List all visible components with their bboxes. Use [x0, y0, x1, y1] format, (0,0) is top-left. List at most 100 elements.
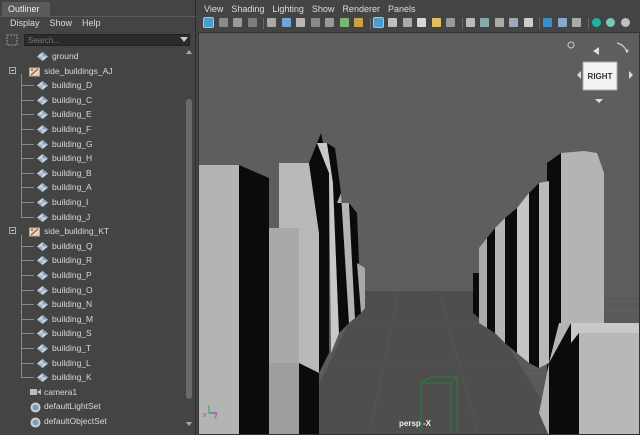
exposure-icon[interactable]	[591, 18, 601, 27]
tree-row[interactable]: building_L	[0, 356, 184, 371]
toolbar-separator	[587, 18, 589, 29]
menu-show[interactable]: Show	[46, 16, 79, 30]
mesh-icon	[37, 271, 48, 282]
shadows-icon[interactable]	[446, 18, 455, 27]
tree-row[interactable]: defaultObjectSet	[0, 414, 184, 429]
tree-row[interactable]: building_O	[0, 283, 184, 298]
scroll-down-arrow-icon[interactable]	[186, 422, 192, 426]
toolbar-separator	[263, 18, 264, 29]
menu-lighting[interactable]: Lighting	[270, 2, 310, 16]
tree-branch-line	[21, 275, 30, 276]
tab-outliner[interactable]: Outliner	[2, 2, 50, 16]
tree-row[interactable]: building_R	[0, 253, 184, 268]
tree-row[interactable]: building_N	[0, 297, 184, 312]
depth-of-field-icon[interactable]	[509, 18, 518, 27]
tree-row[interactable]: building_A	[0, 180, 184, 195]
viewport-panel: View Shading Lighting Show Renderer Pane…	[198, 0, 640, 435]
smooth-shade-icon[interactable]	[388, 18, 397, 27]
3d-viewport[interactable]: x z RIGHT persp -X	[198, 32, 640, 435]
cube-arrow-down-icon[interactable]	[595, 99, 603, 103]
tree-branch-line	[21, 318, 30, 320]
tree-row[interactable]: building_T	[0, 341, 184, 356]
tree-row[interactable]: building_E	[0, 107, 184, 122]
tree-row[interactable]: building_P	[0, 268, 184, 283]
backface-culling-icon[interactable]	[572, 18, 581, 27]
tree-row[interactable]: building_M	[0, 312, 184, 327]
mesh-icon	[37, 139, 48, 151]
isolate-select-icon[interactable]	[523, 18, 533, 27]
tree-item-label: building_J	[52, 211, 91, 222]
xray-joints-icon[interactable]	[557, 18, 567, 27]
screen-ambient-occlusion-icon[interactable]	[465, 18, 475, 27]
outliner-scrollbar[interactable]	[184, 49, 194, 429]
default-material-icon[interactable]	[402, 18, 412, 27]
menu-view[interactable]: View	[202, 2, 229, 16]
menu-renderer[interactable]: Renderer	[340, 2, 386, 16]
tree-row[interactable]: building_J	[0, 210, 184, 225]
xray-icon[interactable]	[543, 18, 552, 27]
image-plane-icon[interactable]	[247, 18, 257, 27]
motion-blur-icon[interactable]	[480, 18, 489, 27]
tree-branch-line	[21, 114, 30, 116]
menu-display[interactable]: Display	[6, 16, 46, 30]
textured-icon[interactable]	[417, 18, 426, 27]
use-all-lights-icon[interactable]	[431, 18, 441, 27]
gate-mask-icon[interactable]	[310, 18, 320, 27]
menu-help[interactable]: Help	[78, 16, 107, 30]
search-input[interactable]	[24, 34, 190, 46]
select-camera-icon[interactable]	[203, 17, 214, 28]
gamma-icon[interactable]	[606, 18, 615, 27]
safe-action-icon[interactable]	[339, 18, 349, 27]
wireframe-icon[interactable]	[372, 17, 384, 28]
menu-shading[interactable]: Shading	[229, 2, 270, 16]
tree-row[interactable]: building_S	[0, 326, 184, 341]
tree-branch-tick	[30, 99, 34, 101]
filter-icon[interactable]	[6, 34, 18, 46]
tree-row[interactable]: building_Q	[0, 239, 184, 254]
tree-row[interactable]: building_I	[0, 195, 184, 210]
tree-branch-line	[21, 99, 30, 101]
home-icon[interactable]	[567, 41, 575, 49]
collapse-toggle-icon[interactable]	[9, 227, 16, 235]
field-chart-icon[interactable]	[325, 18, 334, 27]
tree-row[interactable]: building_K	[0, 370, 184, 385]
tree-row[interactable]: camera1	[0, 385, 184, 400]
cube-arrow-right-icon[interactable]	[629, 71, 633, 79]
view-cube[interactable]: RIGHT	[559, 35, 640, 115]
tree-item-label: building_B	[52, 167, 92, 178]
tree-item-label: building_H	[52, 153, 93, 164]
tree-row[interactable]: building_F	[0, 122, 184, 137]
menu-panels[interactable]: Panels	[386, 2, 422, 16]
bookmark-icon[interactable]	[233, 18, 242, 27]
camera-attributes-icon[interactable]	[218, 18, 228, 27]
grid-icon[interactable]	[267, 18, 276, 27]
color-management-icon[interactable]	[620, 18, 630, 27]
cube-arrow-left-icon[interactable]	[593, 47, 599, 55]
rotate-cube-icon[interactable]	[616, 42, 628, 54]
chevron-down-icon[interactable]	[180, 37, 188, 42]
mesh-icon	[37, 344, 48, 355]
tree-row[interactable]: building_B	[0, 166, 184, 181]
tree-row[interactable]: building_D	[0, 78, 184, 93]
tree-row[interactable]: building_H	[0, 151, 184, 166]
menu-show[interactable]: Show	[310, 2, 341, 16]
safe-title-icon[interactable]	[354, 18, 363, 27]
multisample-icon[interactable]	[494, 18, 504, 27]
tree-row[interactable]: ground	[0, 49, 184, 64]
film-gate-icon[interactable]	[281, 18, 291, 27]
mesh-icon	[37, 95, 48, 107]
tree-branch-line	[21, 85, 30, 87]
tree-row[interactable]: defaultLightSet	[0, 399, 184, 414]
tree-row[interactable]: building_C	[0, 93, 184, 108]
cube-arrow-left2-icon[interactable]	[577, 71, 581, 79]
scroll-thumb[interactable]	[186, 99, 192, 399]
tree-row[interactable]: building_G	[0, 137, 184, 152]
resolution-gate-icon[interactable]	[296, 18, 305, 27]
tree-group-row[interactable]: side_building_KT	[0, 224, 184, 239]
scroll-up-arrow-icon[interactable]	[186, 50, 192, 54]
collapse-toggle-icon[interactable]	[9, 66, 16, 74]
mesh-icon	[37, 256, 48, 267]
tree-branch-tick	[30, 129, 34, 130]
tree-group-row[interactable]: side_buildings_AJ	[0, 64, 184, 79]
tree-branch-line	[21, 362, 30, 364]
